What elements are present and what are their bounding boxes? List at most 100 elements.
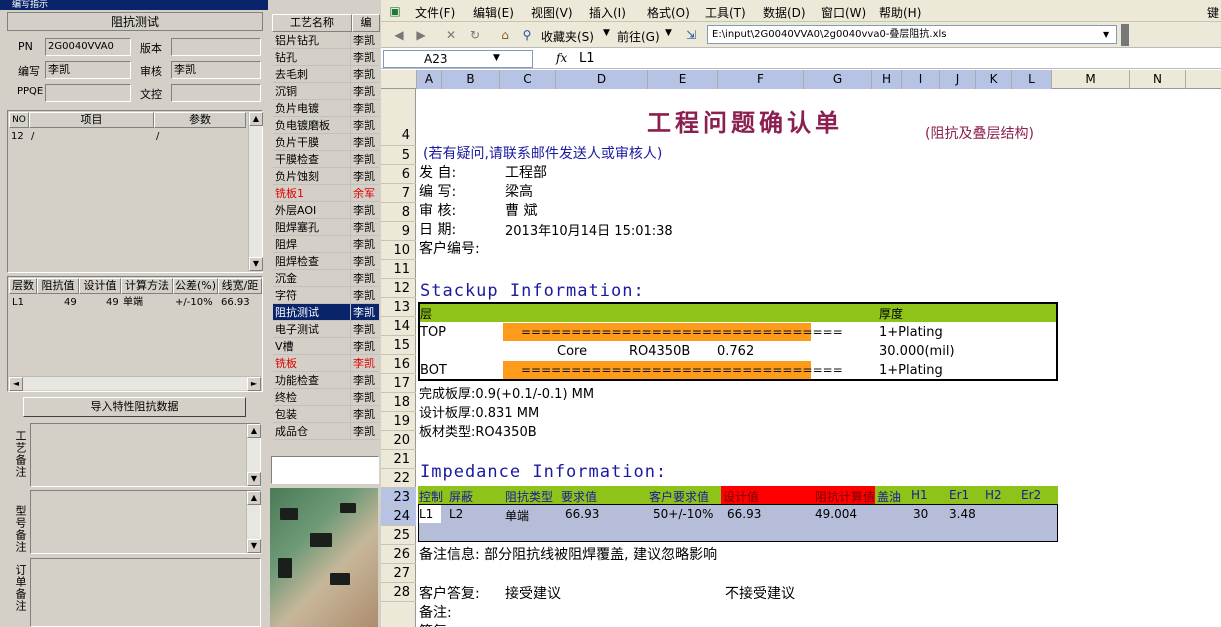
model-remark-memo[interactable]: ▲ ▼ [30, 490, 261, 554]
select-all-corner[interactable] [381, 70, 417, 89]
process-row[interactable]: 去毛刺 李凯 [273, 66, 379, 83]
memo-scrollbar[interactable]: ▲ ▼ [246, 491, 261, 553]
item-grid-cell-item[interactable]: / [31, 130, 34, 144]
column-header-n[interactable]: N [1130, 70, 1186, 89]
menu-view[interactable]: 视图(V) [531, 4, 573, 21]
version-field[interactable] [171, 38, 261, 56]
column-header-b[interactable]: B [442, 70, 500, 89]
worksheet[interactable]: 工程问题确认单 (阻抗及叠层结构) (若有疑问,请联系邮件发送人或审核人) 发 … [417, 89, 1221, 627]
row-header-10[interactable]: 10 [381, 241, 416, 260]
name-box-dropdown-icon[interactable]: ▼ [493, 53, 500, 63]
scroll-up-icon[interactable]: ▲ [247, 424, 261, 438]
scroll-down-icon[interactable]: ▼ [247, 539, 261, 553]
refresh-icon[interactable]: ↻ [467, 27, 483, 43]
item-grid-cell-param[interactable]: / [156, 130, 159, 144]
process-row[interactable]: 外层AOI 李凯 [273, 202, 379, 219]
imp-grid-cell[interactable]: 49 [64, 296, 77, 310]
process-input[interactable] [271, 456, 379, 484]
scroll-down-icon[interactable]: ▼ [247, 472, 261, 486]
memo-scrollbar[interactable]: ▲ ▼ [246, 424, 261, 486]
item-grid-scrollbar[interactable]: ▲ ▼ [248, 112, 263, 271]
address-dropdown-icon[interactable]: ▼ [1103, 30, 1109, 39]
process-row[interactable]: 终检 李凯 [273, 389, 379, 406]
home-icon[interactable]: ⌂ [497, 27, 513, 43]
column-header-a[interactable]: A [417, 70, 442, 89]
process-row[interactable]: 阻焊 李凯 [273, 236, 379, 253]
address-field[interactable]: E:\input\2G0040VVA0\2g0040vva0-叠层阻抗.xls [707, 25, 1117, 44]
favorites-button[interactable]: 收藏夹(S) [541, 28, 594, 45]
impedance-row-cell[interactable]: 3.48 [949, 507, 976, 521]
row-header-15[interactable]: 15 [381, 336, 416, 355]
column-header-m[interactable]: M [1052, 70, 1130, 89]
menu-overflow[interactable]: 键 [1207, 4, 1219, 21]
pn-field[interactable]: 2G0040VVA0 [45, 38, 131, 56]
menu-data[interactable]: 数据(D) [763, 4, 806, 21]
impedance-row-cell[interactable]: 66.93 [565, 507, 599, 521]
imp-grid-cell[interactable]: 49 [106, 296, 119, 310]
column-header-l[interactable]: L [1012, 70, 1052, 89]
row-header-25[interactable]: 25 [381, 526, 416, 545]
row-header-11[interactable]: 11 [381, 260, 416, 279]
row-header-26[interactable]: 26 [381, 545, 416, 564]
menu-file[interactable]: 文件(F) [415, 4, 455, 21]
process-row[interactable]: 钻孔 李凯 [273, 49, 379, 66]
row-header-16[interactable]: 16 [381, 355, 416, 374]
process-row[interactable]: 沉金 李凯 [273, 270, 379, 287]
favorites-dropdown-icon[interactable]: ▼ [603, 28, 610, 38]
row-header-12[interactable]: 12 [381, 279, 416, 298]
column-header-g[interactable]: G [804, 70, 872, 89]
row-header-24[interactable]: 24 [381, 507, 416, 526]
scroll-down-icon[interactable]: ▼ [249, 257, 263, 271]
author-field[interactable]: 李凯 [45, 61, 131, 79]
row-header-19[interactable]: 19 [381, 412, 416, 431]
process-row[interactable]: 成品仓 李凯 [273, 423, 379, 440]
excel-app-icon[interactable]: ▣ [387, 3, 403, 19]
row-header-13[interactable]: 13 [381, 298, 416, 317]
accept-option[interactable]: 接受建议 [505, 583, 561, 603]
reviewer-field[interactable]: 李凯 [171, 61, 261, 79]
impedance-row-cell[interactable]: L1 [419, 507, 433, 521]
process-row[interactable]: 铣板 李凯 [273, 355, 379, 372]
row-header-23[interactable]: 23 [381, 488, 416, 507]
process-row[interactable]: 负片干膜 李凯 [273, 134, 379, 151]
menu-tools[interactable]: 工具(T) [705, 4, 746, 21]
goto-button[interactable]: 前往(G) [617, 28, 660, 45]
back-icon[interactable]: ◀ [391, 27, 407, 43]
row-header-18[interactable]: 18 [381, 393, 416, 412]
process-row[interactable]: 阻焊塞孔 李凯 [273, 219, 379, 236]
goto-dropdown-icon[interactable]: ▼ [665, 28, 672, 38]
imp-grid-cell[interactable]: 单端 [123, 296, 143, 310]
process-row[interactable]: 沉铜 李凯 [273, 83, 379, 100]
row-header-27[interactable]: 27 [381, 564, 416, 583]
column-header-d[interactable]: D [556, 70, 648, 89]
scroll-up-icon[interactable]: ▲ [247, 491, 261, 505]
name-box[interactable]: A23 [383, 50, 533, 68]
item-grid-cell-no[interactable]: 12 [11, 130, 24, 144]
order-remark-memo[interactable] [30, 558, 261, 627]
row-header-20[interactable]: 20 [381, 431, 416, 450]
impedance-row-cell[interactable]: L2 [449, 507, 463, 521]
row-header-21[interactable]: 21 [381, 450, 416, 469]
process-row[interactable]: 功能检查 李凯 [273, 372, 379, 389]
scroll-left-icon[interactable]: ◄ [9, 377, 23, 391]
menu-insert[interactable]: 插入(I) [589, 4, 626, 21]
import-impedance-button[interactable]: 导入特性阻抗数据 [23, 397, 246, 417]
row-header-8[interactable]: 8 [381, 203, 416, 222]
process-row[interactable]: V槽 李凯 [273, 338, 379, 355]
go-icon[interactable]: ⇲ [683, 27, 699, 43]
impedance-row-cell[interactable]: 30 [913, 507, 928, 521]
row-header-22[interactable]: 22 [381, 469, 416, 488]
fx-icon[interactable]: fx [556, 51, 567, 65]
menu-help[interactable]: 帮助(H) [879, 4, 921, 21]
scroll-right-icon[interactable]: ► [247, 377, 261, 391]
doc-field[interactable] [171, 84, 261, 102]
row-header-9[interactable]: 9 [381, 222, 416, 241]
ppqe-field[interactable] [45, 84, 131, 102]
formula-input[interactable]: L1 [579, 51, 595, 66]
process-row[interactable]: 电子测试 李凯 [273, 321, 379, 338]
column-header-h[interactable]: H [872, 70, 902, 89]
column-header-j[interactable]: J [940, 70, 976, 89]
process-row[interactable]: 阻焊检查 李凯 [273, 253, 379, 270]
process-row[interactable]: 铝片钻孔 李凯 [273, 32, 379, 49]
impedance-row-cell[interactable]: 66.93 [727, 507, 761, 521]
